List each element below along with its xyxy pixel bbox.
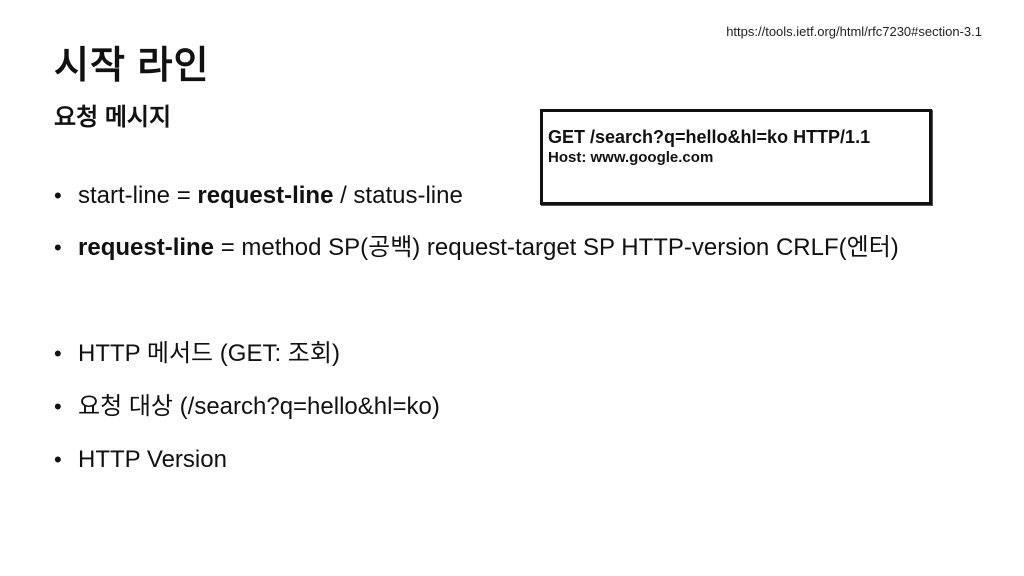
- bullet-text: 요청 대상 (/search?q=hello&hl=ko): [78, 393, 440, 420]
- reference-url: https://tools.ietf.org/html/rfc7230#sect…: [726, 24, 982, 39]
- bullet-text: HTTP 메서드 (GET: 조회): [78, 340, 340, 367]
- bullet-request-line: • request-line = method SP(공백) request-ta…: [54, 233, 899, 263]
- slide-title: 시작 라인: [54, 45, 210, 87]
- bullet-text: HTTP Version: [78, 446, 227, 473]
- bullet-http-version: • HTTP Version: [54, 445, 227, 475]
- http-request-example-box: GET /search?q=hello&hl=ko HTTP/1.1 Host:…: [540, 109, 932, 205]
- bullet-text-bold: request-line: [78, 234, 215, 261]
- bullet-dot: •: [54, 341, 62, 366]
- bullet-start-line: • start-line = request-line / status-line: [54, 181, 463, 211]
- bullet-text-pre: start-line =: [78, 182, 198, 209]
- bullet-dot: •: [54, 235, 62, 260]
- bullet-text-bold: request-line: [197, 182, 334, 209]
- bullet-http-method: • HTTP 메서드 (GET: 조회): [54, 339, 340, 369]
- bullet-dot: •: [54, 183, 62, 208]
- slide-subtitle: 요청 메시지: [54, 104, 172, 131]
- bullet-text-post: / status-line: [333, 182, 463, 209]
- host-header-example: Host: www.google.com: [548, 149, 714, 166]
- bullet-dot: •: [54, 447, 62, 472]
- bullet-text-post: = method SP(공백) request-target SP HTTP-v…: [214, 234, 899, 261]
- bullet-dot: •: [54, 394, 62, 419]
- request-line-example: GET /search?q=hello&hl=ko HTTP/1.1: [548, 127, 871, 147]
- bullet-request-target: • 요청 대상 (/search?q=hello&hl=ko): [54, 392, 440, 422]
